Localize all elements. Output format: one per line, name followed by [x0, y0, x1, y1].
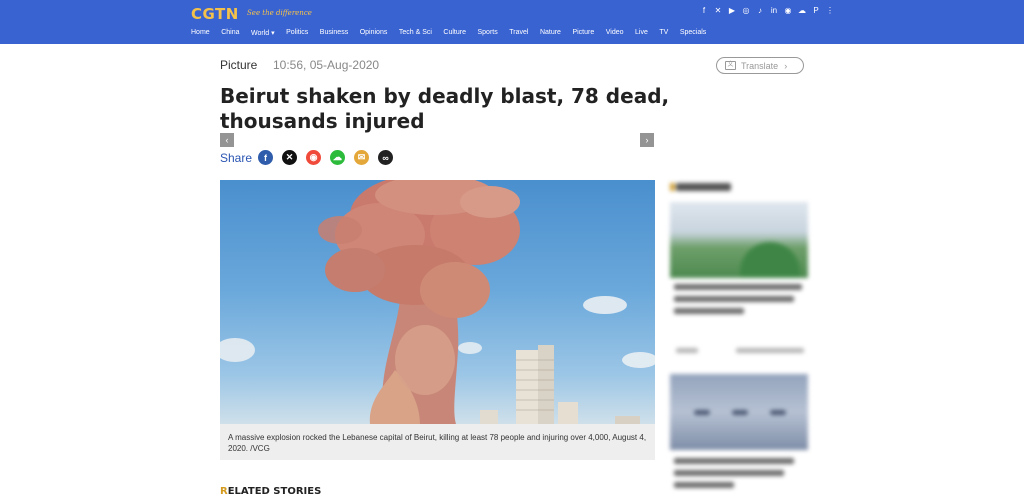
- nav-picture[interactable]: Picture: [572, 29, 594, 37]
- facebook-icon[interactable]: f: [700, 6, 708, 15]
- cgtn-logo[interactable]: CGTN: [191, 5, 239, 23]
- instagram-icon[interactable]: ◎: [742, 6, 750, 15]
- share-label: Share: [220, 150, 253, 165]
- wechat-icon[interactable]: ☁: [798, 6, 806, 15]
- nav-specials[interactable]: Specials: [680, 29, 706, 37]
- facebook-icon[interactable]: f: [258, 150, 274, 165]
- nav-home[interactable]: Home: [191, 29, 210, 37]
- weibo-icon[interactable]: ◉: [306, 150, 322, 165]
- sidebar-heading: [670, 183, 731, 191]
- nav-culture[interactable]: Culture: [443, 29, 466, 37]
- sidebar-thumbnail[interactable]: [670, 202, 808, 278]
- sidebar-text-line: [674, 308, 744, 314]
- top-header: CGTN See the difference f ✕ ▶ ◎ ♪ in ◉ ☁…: [0, 0, 1024, 44]
- next-slide-button[interactable]: ›: [640, 133, 654, 147]
- sidebar-meta: [676, 348, 698, 353]
- nav-travel[interactable]: Travel: [509, 29, 528, 37]
- sidebar-text-line: [674, 470, 784, 476]
- translate-label: Translate: [741, 60, 779, 71]
- main-nav: Home China World ▾ Politics Business Opi…: [191, 29, 718, 37]
- sidebar-text-line: [674, 296, 794, 302]
- article-headline: Beirut shaken by deadly blast, 78 dead, …: [220, 84, 670, 133]
- weibo-icon[interactable]: ◉: [784, 6, 792, 15]
- explosion-photo: [220, 180, 655, 424]
- nav-nature[interactable]: Nature: [540, 29, 561, 37]
- pinterest-icon[interactable]: P: [812, 6, 820, 15]
- linkedin-icon[interactable]: in: [770, 6, 778, 15]
- nav-politics[interactable]: Politics: [286, 29, 308, 37]
- nav-tv[interactable]: TV: [659, 29, 668, 37]
- translate-button[interactable]: 文 Translate ›: [716, 57, 804, 74]
- more-icon[interactable]: ⋮: [826, 6, 834, 15]
- chevron-right-icon: ›: [784, 60, 788, 71]
- related-first-letter: R: [220, 486, 228, 497]
- article-datetime: 10:56, 05-Aug-2020: [273, 58, 380, 72]
- translate-icon: 文: [725, 61, 736, 70]
- sidebar-text-line: [674, 458, 794, 464]
- nav-video[interactable]: Video: [606, 29, 624, 37]
- related-rest: ELATED STORIES: [227, 486, 322, 497]
- nav-world[interactable]: World ▾: [251, 29, 275, 37]
- nav-sports[interactable]: Sports: [478, 29, 498, 37]
- article-category[interactable]: Picture: [220, 58, 257, 72]
- slogan: See the difference: [247, 9, 312, 17]
- sidebar-text-line: [674, 482, 734, 488]
- email-icon[interactable]: ✉: [354, 150, 370, 165]
- photo-caption: A massive explosion rocked the Lebanese …: [220, 424, 655, 460]
- blurred-sidebar: [670, 180, 810, 502]
- x-icon[interactable]: ✕: [714, 6, 722, 15]
- x-icon[interactable]: ✕: [282, 150, 298, 165]
- sidebar-thumbnail[interactable]: [670, 374, 808, 450]
- wechat-icon[interactable]: ☁: [330, 150, 346, 165]
- nav-tech-sci[interactable]: Tech & Sci: [399, 29, 432, 37]
- tiktok-icon[interactable]: ♪: [756, 6, 764, 15]
- sidebar-meta: [736, 348, 804, 353]
- nav-china[interactable]: China: [221, 29, 239, 37]
- share-bar: Share f ✕ ◉ ☁ ✉ ∞: [220, 150, 402, 165]
- youtube-icon[interactable]: ▶: [728, 6, 736, 15]
- nav-business[interactable]: Business: [320, 29, 348, 37]
- prev-slide-button[interactable]: ‹: [220, 133, 234, 147]
- nav-live[interactable]: Live: [635, 29, 648, 37]
- related-stories-heading: RELATED STORIES: [220, 486, 321, 497]
- sidebar-text-line: [674, 284, 802, 290]
- link-icon[interactable]: ∞: [378, 150, 394, 165]
- nav-opinions[interactable]: Opinions: [360, 29, 388, 37]
- header-social-icons: f ✕ ▶ ◎ ♪ in ◉ ☁ P ⋮: [700, 6, 834, 15]
